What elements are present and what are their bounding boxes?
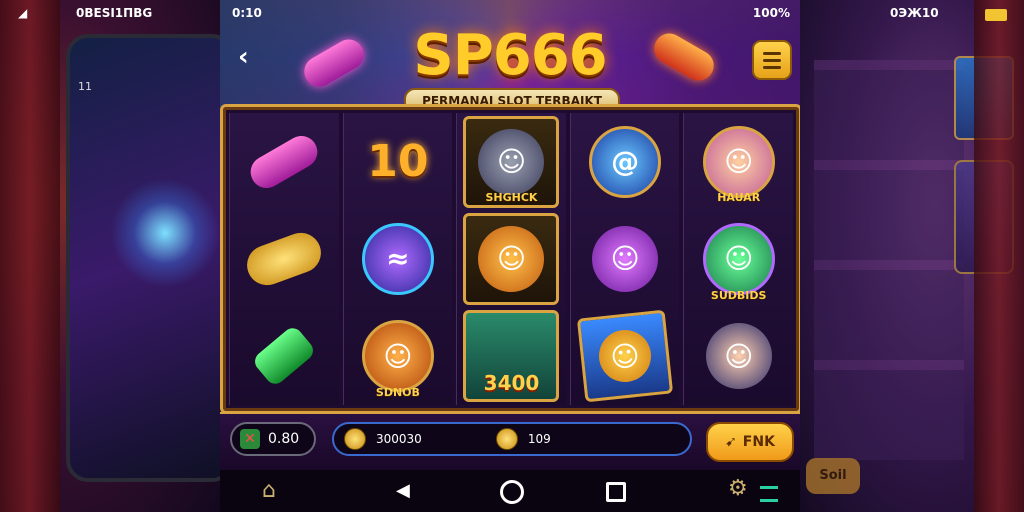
back-button[interactable]: ‹ <box>238 42 249 72</box>
reel-frame: 10 ≈ ☺ SDNOB ☺ SHGHCK ☺ 3400 @ ☺ ☺ ☺ HAUAR … <box>220 104 800 414</box>
win-value: 109 <box>527 432 551 446</box>
reel-2: 10 ≈ ☺ SDNOB <box>342 113 453 405</box>
lightning-icon: ➹ <box>725 434 737 450</box>
nav-recents-button[interactable] <box>606 482 626 502</box>
reel-symbol: ☺ <box>457 210 566 307</box>
ten-symbol: 10 <box>367 136 429 188</box>
fox-card-icon: ☺ <box>576 309 674 403</box>
purple-wolf-icon: ☺ <box>592 225 659 292</box>
dark-girl-icon: ☺ <box>705 323 772 390</box>
orange-cat-icon: ☺ <box>463 212 560 305</box>
balance-value: 300030 <box>376 432 422 446</box>
game-logo: SP666 <box>413 23 607 88</box>
symbol-caption: SUDBIDS <box>710 288 767 302</box>
background-phone-label: 11 <box>78 80 92 93</box>
reel-4: @ ☺ ☺ <box>569 113 680 405</box>
battery-icon <box>985 9 1007 21</box>
reel-symbol: ☺ HAUAR <box>684 113 793 210</box>
green-cat-icon: ☺ <box>702 222 775 295</box>
reel-symbol <box>230 308 339 405</box>
gold-coin-icon <box>241 227 327 291</box>
reel-symbol: ☺ SHGHCK <box>457 113 566 210</box>
coin-icon <box>344 428 366 450</box>
background-phone <box>66 34 234 482</box>
reel-symbol: ☺ SUDBIDS <box>684 210 793 307</box>
reels: 10 ≈ ☺ SDNOB ☺ SHGHCK ☺ 3400 @ ☺ ☺ ☺ HAUAR … <box>229 113 793 405</box>
home-house-icon[interactable]: ⌂ <box>262 478 276 503</box>
status-battery: 100% <box>752 6 790 20</box>
fox-girl-icon: ☺ <box>702 125 775 198</box>
symbol-caption: SHGHCK <box>485 191 538 205</box>
signal-icon: ◢ <box>18 6 28 20</box>
pink-gem-icon <box>245 129 324 194</box>
nav-home-button[interactable] <box>500 480 524 504</box>
light-beam <box>110 178 220 288</box>
reel-symbol: ≈ <box>344 210 453 307</box>
coin-icon <box>495 428 518 450</box>
background-button: Soil <box>806 458 860 494</box>
settings-gear-icon[interactable]: ⚙ <box>728 476 748 501</box>
reel-symbol: ☺ <box>571 210 680 307</box>
chevron-left-icon: ‹ <box>238 42 249 72</box>
background-status-time: 0BESI1ПBG <box>76 6 153 20</box>
reel-3: ☺ SHGHCK ☺ 3400 <box>456 113 566 405</box>
balance-box: 300030 109 <box>332 422 692 456</box>
bet-value: 0.80 <box>268 431 300 447</box>
reel-symbol <box>230 210 339 307</box>
reel-symbol: 3400 <box>457 308 566 405</box>
background-status-time-right: 0ЭЖ10 <box>890 6 939 20</box>
reel-symbol: ☺ SDNOB <box>344 308 453 405</box>
fish-orb-icon: ≈ <box>361 222 434 295</box>
nav-back-button[interactable]: ◀ <box>396 480 410 501</box>
spin-button[interactable]: ➹ FNK <box>706 422 794 462</box>
background-reels-ghost <box>814 60 964 460</box>
spin-label: FNK <box>742 434 775 450</box>
status-time: 0:10 <box>232 6 262 20</box>
symbol-caption: HAUAR <box>717 191 761 205</box>
reel-5: ☺ HAUAR ☺ SUDBIDS ☺ <box>683 113 793 405</box>
android-nav-bar: ⌂ ◀ ⚙ <box>220 470 800 512</box>
blue-orb-icon: @ <box>589 125 662 198</box>
green-gem-icon <box>251 324 318 389</box>
reel-symbol: 10 <box>344 113 453 210</box>
reel-symbol: @ <box>571 113 680 210</box>
reel-1 <box>229 113 339 405</box>
equals-icon[interactable] <box>760 486 778 502</box>
curtain-left <box>0 0 60 512</box>
game-screen: 0:10 100% ‹ SP666 PERMANAI SLOT TERBAIKT… <box>220 0 800 512</box>
bet-icon: ✕ <box>240 429 260 449</box>
reel-symbol <box>230 113 339 210</box>
reel-symbol: ☺ <box>684 308 793 405</box>
control-bar: ✕ 0.80 300030 109 ➹ FNK <box>220 412 800 470</box>
reel-symbol: ☺ <box>571 308 680 405</box>
lion-cat-icon: ☺ <box>361 320 434 393</box>
symbol-caption: SDNOB <box>375 386 420 399</box>
curtain-right <box>974 0 1024 512</box>
symbol-amount: 3400 <box>483 371 540 395</box>
bet-box[interactable]: ✕ 0.80 <box>230 422 316 456</box>
menu-button[interactable] <box>752 40 792 80</box>
menu-icon <box>763 51 781 55</box>
